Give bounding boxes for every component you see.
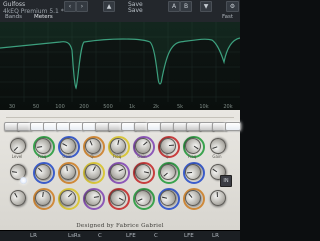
knob-label: Gain: [212, 154, 222, 159]
control-panel: Level Freq Gain Q Freq Gain Q Freq Gain IN Desig…: [0, 110, 241, 230]
compare-button[interactable]: ▼: [200, 1, 212, 12]
b-button[interactable]: B: [180, 1, 192, 12]
knob-label: Freq: [187, 154, 197, 159]
tab-fast[interactable]: Fast: [222, 13, 233, 22]
nav-up-button[interactable]: ▲: [103, 1, 115, 12]
knob-label: Gain: [137, 154, 147, 159]
channel-selector[interactable]: C: [98, 232, 102, 240]
top-toolbar: Gulfoss 4kEQ Premium 5.1 * ‹ › ▲ Save Sa…: [0, 0, 240, 23]
band-switch[interactable]: [225, 122, 241, 131]
channel-selector[interactable]: LFE: [184, 232, 194, 240]
knob-label: Q: [165, 154, 169, 159]
channel-selector[interactable]: LR: [212, 232, 219, 240]
divider: [6, 117, 234, 118]
channel-bar: LR LsRs C LFE C LFE LR: [0, 230, 240, 241]
channel-selector[interactable]: C: [154, 232, 158, 240]
channel-selector[interactable]: LFE: [126, 232, 136, 240]
power-light-icon: [20, 177, 27, 184]
knob-label: Freq: [37, 154, 47, 159]
a-button[interactable]: A: [168, 1, 180, 12]
settings-gear-icon[interactable]: ⚙: [226, 1, 239, 12]
tab-bands[interactable]: Bands: [5, 13, 22, 22]
nav-forward-button[interactable]: ›: [76, 1, 88, 12]
view-tabs: Bands Meters Fast: [0, 13, 240, 22]
knob-label: Freq: [112, 154, 122, 159]
knob-label: Q: [90, 154, 94, 159]
eq-curve-graph: 30 50 100 200 500 1k 2k 5k 10k 20k: [0, 22, 240, 110]
tab-meters[interactable]: Meters: [34, 13, 53, 22]
channel-selector[interactable]: LsRs: [68, 232, 81, 240]
channel-selector[interactable]: LR: [30, 232, 37, 240]
designer-credit: Designed by Fabrice Gabriel: [76, 223, 164, 229]
eq-display[interactable]: 30 50 100 200 500 1k 2k 5k 10k 20k: [0, 22, 240, 110]
plugin-name: Gulfoss: [3, 1, 26, 8]
nav-back-button[interactable]: ‹: [64, 1, 76, 12]
knob-label: Level: [11, 154, 23, 159]
in-button[interactable]: IN: [220, 175, 232, 187]
knob-label: Gain: [62, 154, 72, 159]
